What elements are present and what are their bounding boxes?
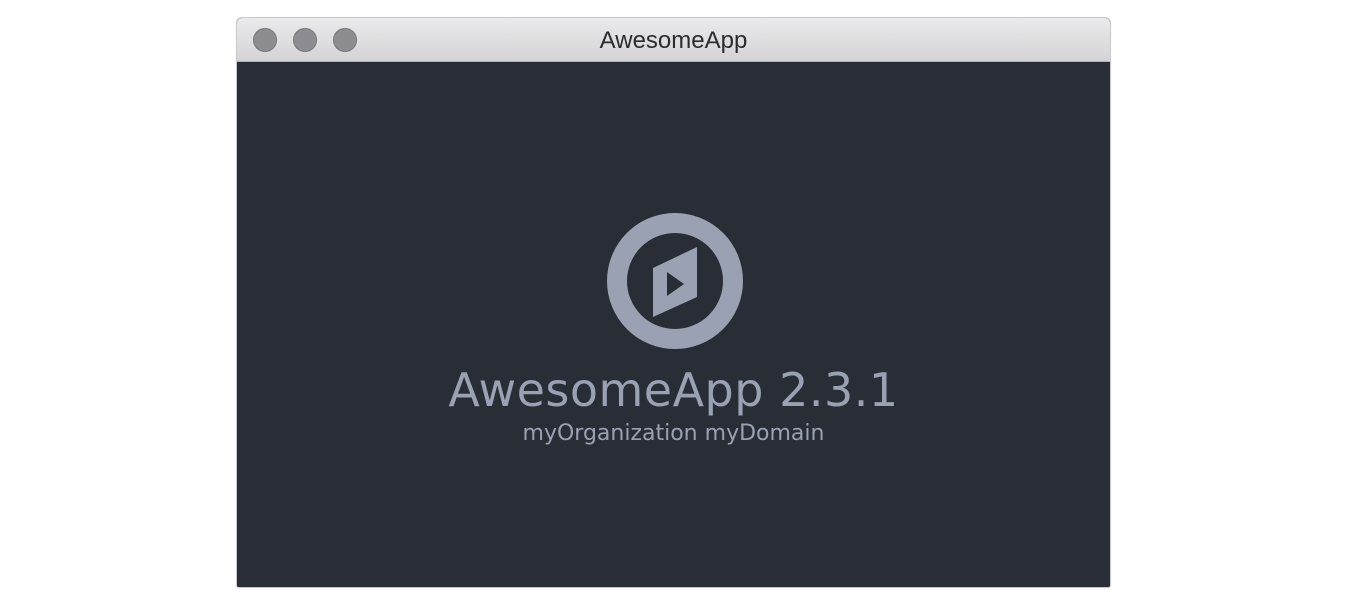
play-ring-logo-icon (607, 213, 743, 349)
window-titlebar[interactable]: AwesomeApp (237, 18, 1110, 62)
organization-name: myOrganization (522, 421, 698, 446)
app-version: 2.3.1 (779, 363, 899, 417)
organization-domain: myOrganization myDomain (237, 421, 1110, 446)
window-title: AwesomeApp (599, 27, 748, 54)
splash-content: AwesomeApp 2.3.1 myOrganization myDomain (237, 62, 1110, 587)
app-name-version: AwesomeApp 2.3.1 (237, 363, 1110, 417)
domain-name: myDomain (704, 421, 825, 446)
app-name: AwesomeApp (448, 363, 764, 417)
app-window: AwesomeApp AwesomeApp 2.3.1 myOrganizati… (237, 18, 1110, 587)
